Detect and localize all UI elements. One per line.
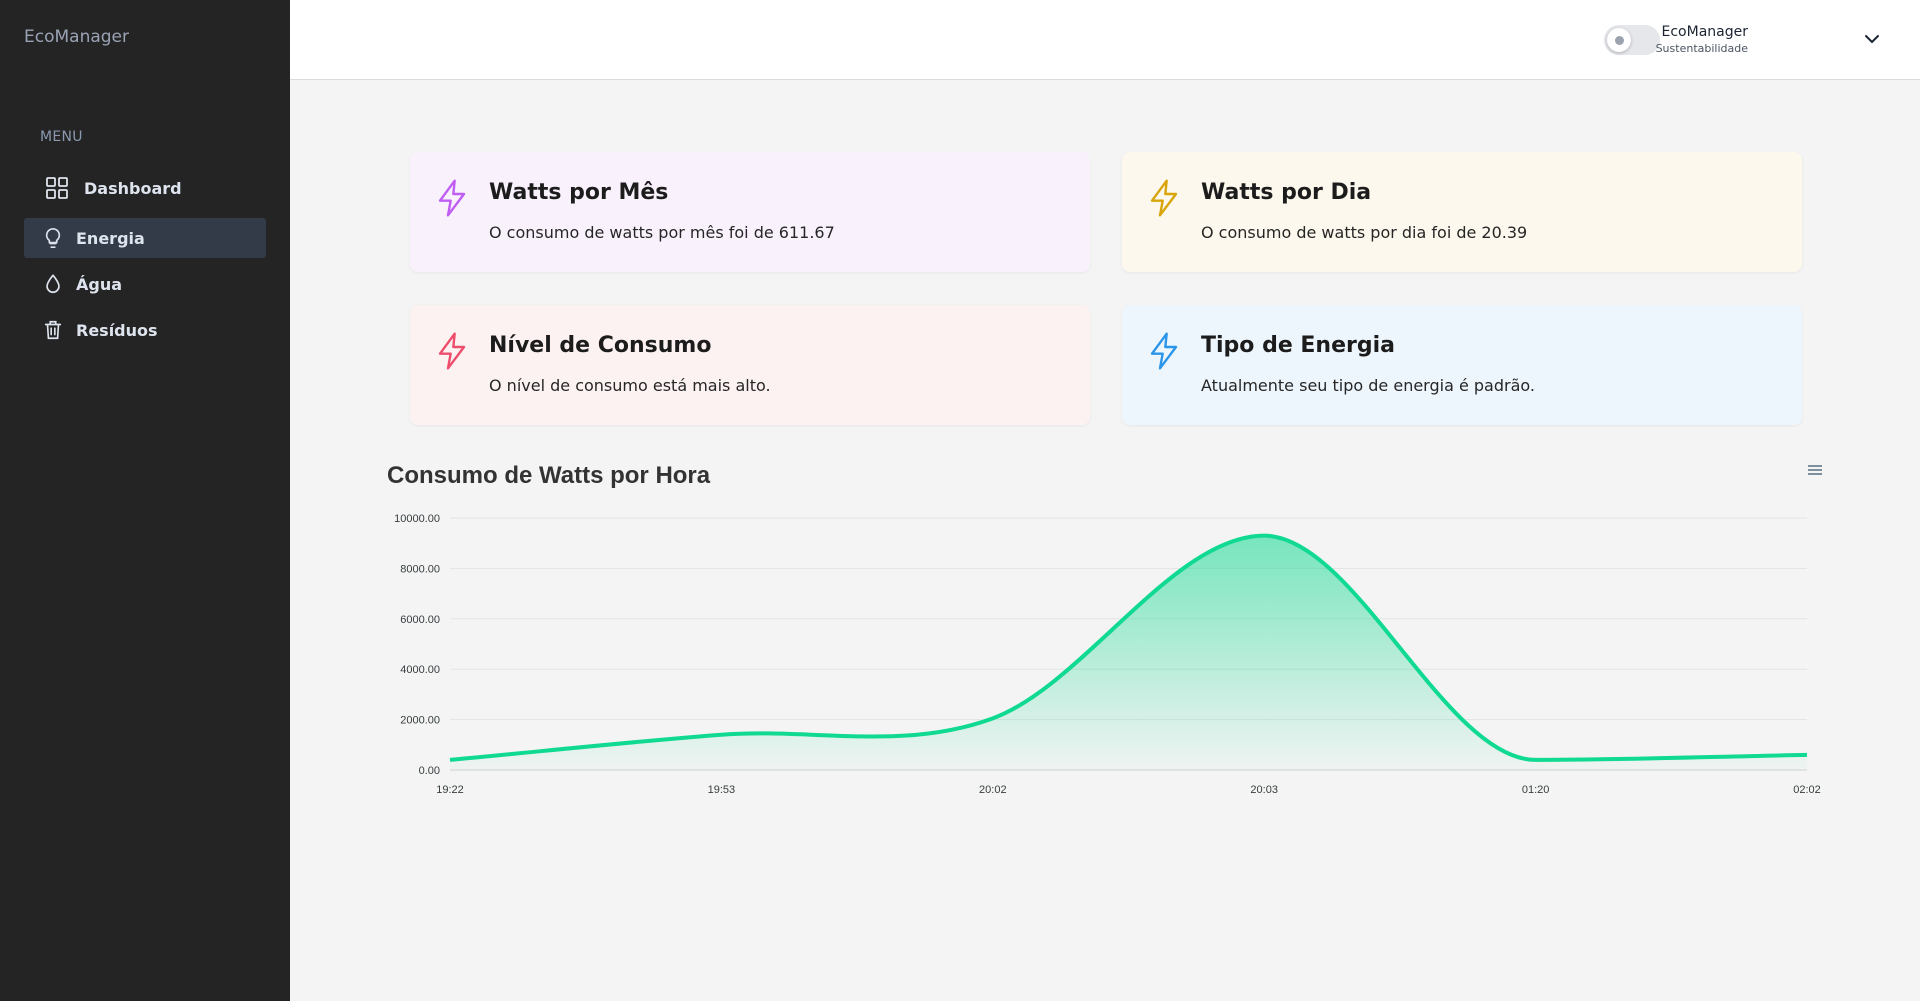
card-description: Atualmente seu tipo de energia é padrão. xyxy=(1201,376,1535,395)
x-tick-label: 19:53 xyxy=(708,784,736,796)
card-title: Nível de Consumo xyxy=(489,333,712,358)
user-role: Sustentabilidade xyxy=(1655,42,1748,55)
brand-logo[interactable]: EcoManager xyxy=(24,27,129,47)
hamburger-menu-icon[interactable] xyxy=(1806,463,1824,477)
menu-section-label: MENU xyxy=(40,129,83,145)
y-tick-label: 6000.00 xyxy=(400,614,440,626)
toggle-knob xyxy=(1607,28,1631,52)
x-tick-label: 20:03 xyxy=(1250,784,1278,796)
chevron-down-icon[interactable] xyxy=(1862,29,1882,49)
sidebar-item-label: Água xyxy=(76,274,123,294)
lightning-icon xyxy=(438,179,466,217)
y-tick-label: 10000.00 xyxy=(394,513,440,525)
chart-area-fill xyxy=(450,535,1807,770)
area-chart: 0.00 2000.00 4000.00 6000.00 8000.00 10000.00… xyxy=(394,513,1821,796)
x-tick-label: 02:02 xyxy=(1793,784,1821,796)
card-tipo-energia: Tipo de Energia Atualmente seu tipo de e… xyxy=(1122,305,1802,425)
card-watts-mes: Watts por Mês O consumo de watts por mês… xyxy=(410,152,1090,272)
toggle-dot-icon xyxy=(1614,35,1624,45)
card-title: Tipo de Energia xyxy=(1201,333,1395,358)
theme-toggle[interactable] xyxy=(1604,25,1660,55)
droplet-icon xyxy=(40,271,66,297)
card-description: O nível de consumo está mais alto. xyxy=(489,376,771,395)
y-tick-label: 4000.00 xyxy=(400,664,440,676)
card-title: Watts por Mês xyxy=(489,180,669,205)
sidebar-item-label: Energia xyxy=(76,228,145,248)
sidebar-item-agua[interactable]: Água xyxy=(24,264,266,304)
x-tick-label: 19:22 xyxy=(436,784,464,796)
y-tick-label: 0.00 xyxy=(419,765,440,777)
x-tick-label: 01:20 xyxy=(1522,784,1550,796)
trash-icon xyxy=(40,317,66,343)
user-name: EcoManager xyxy=(1661,24,1748,40)
sidebar-item-dashboard[interactable]: Dashboard xyxy=(24,168,266,208)
card-description: O consumo de watts por mês foi de 611.67 xyxy=(489,223,835,242)
chart-title: Consumo de Watts por Hora xyxy=(387,462,711,489)
lightbulb-icon xyxy=(40,225,66,251)
card-description: O consumo de watts por dia foi de 20.39 xyxy=(1201,223,1528,242)
sidebar-item-label: Resíduos xyxy=(76,320,158,340)
sidebar-item-residuos[interactable]: Resíduos xyxy=(24,310,266,350)
y-tick-label: 2000.00 xyxy=(400,715,440,727)
card-nivel-consumo: Nível de Consumo O nível de consumo está… xyxy=(410,305,1090,425)
lightning-icon xyxy=(1150,179,1178,217)
y-tick-label: 8000.00 xyxy=(400,563,440,575)
card-title: Watts por Dia xyxy=(1201,180,1372,205)
user-info[interactable]: EcoManager Sustentabilidade xyxy=(1656,24,1748,55)
lightning-icon xyxy=(1150,332,1178,370)
top-header: EcoManager Sustentabilidade xyxy=(290,0,1920,80)
card-watts-dia: Watts por Dia O consumo de watts por dia… xyxy=(1122,152,1802,272)
sidebar: EcoManager MENU Dashboard Energia Água R… xyxy=(0,0,290,1001)
lightning-icon xyxy=(438,332,466,370)
sidebar-item-label: Dashboard xyxy=(84,178,182,198)
x-tick-label: 20:02 xyxy=(979,784,1007,796)
grid-icon xyxy=(44,175,70,201)
sidebar-item-energia[interactable]: Energia xyxy=(24,218,266,258)
